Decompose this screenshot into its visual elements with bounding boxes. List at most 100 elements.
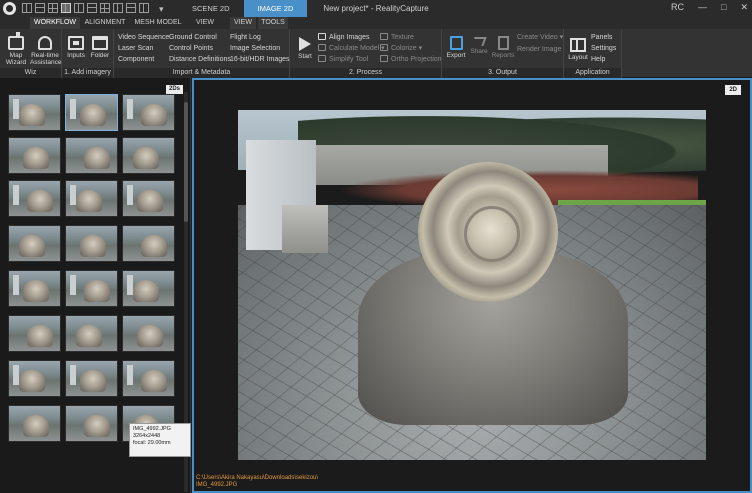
image-thumbnail[interactable] [8, 137, 61, 174]
source-photo[interactable] [238, 110, 706, 460]
user-badge[interactable]: RC [671, 2, 684, 13]
image-thumbnail[interactable] [65, 180, 118, 217]
map-wizard-icon [8, 32, 24, 50]
thumbnail-rock [133, 280, 159, 302]
image-folder-path: C:\Users\Akira Nakayasu\Downloads\sekizo… [196, 475, 319, 481]
assistance-icon [38, 36, 52, 50]
folder-button[interactable]: Folder [89, 32, 111, 59]
panels-button[interactable]: Panels [591, 32, 612, 43]
image-thumbnail[interactable] [65, 270, 118, 307]
image-thumbnail[interactable] [122, 225, 175, 262]
help-button[interactable]: Help [591, 54, 605, 65]
window-title: New project* - RealityCapture [323, 4, 429, 13]
thumbnail-sign [127, 185, 133, 205]
thumbnail-rock [19, 104, 45, 126]
create-video-button[interactable]: Create Video ▾ [517, 32, 563, 43]
align-images-label: Align Images [329, 34, 370, 41]
image-thumbnail[interactable] [65, 315, 118, 352]
map-wizard-button[interactable]: Map Wizard [4, 32, 28, 66]
minimize-icon[interactable]: — [698, 2, 707, 13]
flight-log-button[interactable]: Flight Log [230, 32, 261, 43]
create-video-label: Create Video [517, 34, 558, 41]
texture-button[interactable]: Texture [380, 32, 414, 43]
group-label-application: Application [564, 68, 621, 78]
calculate-model-button[interactable]: Calculate Model ▾ [318, 43, 385, 54]
image-thumbnail[interactable] [65, 225, 118, 262]
photo-sign-stone [282, 205, 328, 253]
inputs-button[interactable]: Inputs [65, 32, 87, 59]
render-image-button[interactable]: Render Image [517, 44, 561, 55]
image-thumbnail[interactable] [122, 315, 175, 352]
image-thumbnail[interactable] [65, 94, 118, 131]
reports-button[interactable]: Reports [491, 32, 515, 59]
settings-button[interactable]: Settings [591, 43, 616, 54]
control-points-button[interactable]: Control Points [169, 43, 213, 54]
thumbnail-rock [137, 190, 163, 212]
image-thumbnail[interactable] [8, 180, 61, 217]
reports-icon [497, 36, 509, 50]
align-images-button[interactable]: Align Images [318, 32, 369, 43]
image-thumbnail[interactable] [8, 315, 61, 352]
inputs-label: Inputs [67, 52, 85, 59]
image-thumbnail[interactable] [8, 225, 61, 262]
export-button[interactable]: Export [445, 32, 467, 59]
thumbnail-sign [70, 365, 76, 385]
close-icon[interactable]: ✕ [740, 2, 748, 13]
layout-button[interactable]: Layout [567, 32, 589, 61]
toolbar: Map Wizard Real-time Assistance Wiz Inpu… [0, 29, 752, 78]
realtime-assistance-button[interactable]: Real-time Assistance [30, 32, 61, 66]
inputs-icon [68, 36, 84, 50]
viewer-type-badge[interactable]: 2D [725, 85, 741, 95]
image-thumbnail[interactable] [8, 405, 61, 442]
image-thumbnail[interactable] [8, 270, 61, 307]
thumbnail-rock [80, 370, 106, 392]
ortho-projection-button[interactable]: Ortho Projection [380, 54, 442, 65]
tab-view[interactable]: VIEW [190, 17, 220, 29]
calculate-model-icon [318, 44, 326, 51]
image-thumbnail[interactable] [65, 405, 118, 442]
image-thumbnail[interactable] [65, 137, 118, 174]
hdr-images-button[interactable]: 16-bit/HDR Images [230, 54, 290, 65]
image-2d-viewer[interactable]: 2D C:\Users\Akira Nakayasu\Downloads\sek… [192, 78, 752, 493]
distance-definitions-button[interactable]: Distance Definitions [169, 54, 231, 65]
image-thumbnail[interactable] [122, 137, 175, 174]
layout-icon [570, 38, 586, 52]
thumbnail-rock [84, 415, 110, 437]
tab-context-view[interactable]: VIEW [230, 17, 256, 29]
image-file-name: IMG_4992.JPG [196, 482, 238, 488]
share-button[interactable]: Share [468, 32, 490, 55]
image-thumbnail[interactable] [122, 360, 175, 397]
tab-workflow[interactable]: WORKFLOW [30, 17, 80, 29]
thumbnail-rock [23, 415, 49, 437]
ortho-projection-icon [380, 55, 388, 62]
image-thumbnail[interactable] [122, 94, 175, 131]
scrollbar-thumb[interactable] [184, 102, 188, 222]
simplify-tool-button[interactable]: Simplify Tool [318, 54, 368, 65]
export-icon [449, 36, 463, 50]
image-thumbnail[interactable] [122, 270, 175, 307]
image-thumbnail[interactable] [65, 360, 118, 397]
ground-control-button[interactable]: Ground Control [169, 32, 217, 43]
image-thumbnail[interactable] [122, 180, 175, 217]
map-wizard-label: Map Wizard [5, 52, 27, 66]
start-button[interactable]: Start [294, 32, 316, 60]
colorize-label: Colorize [391, 45, 417, 52]
group-label-import-metadata: Import & Metadata [114, 68, 289, 78]
tab-context-tools[interactable]: TOOLS [258, 17, 288, 29]
colorize-button[interactable]: Colorize ▾ [380, 43, 422, 54]
video-sequence-button[interactable]: Video Sequence [118, 32, 169, 43]
maximize-icon[interactable]: □ [721, 2, 726, 13]
group-label-wiz: Wiz [0, 68, 61, 78]
component-button[interactable]: Component [118, 54, 154, 65]
image-thumbnail[interactable] [8, 360, 61, 397]
image-selection-button[interactable]: Image Selection [230, 43, 280, 54]
panel-type-badge[interactable]: 2Ds [165, 85, 183, 94]
group-label-process: 2. Process [290, 68, 441, 78]
tab-mesh-model[interactable]: MESH MODEL [132, 17, 184, 29]
image-thumbnail[interactable] [8, 94, 61, 131]
colorize-icon [380, 44, 388, 51]
thumbnail-rock [137, 325, 163, 347]
laser-scan-button[interactable]: Laser Scan [118, 43, 153, 54]
tooltip-resolution: 3264x2448 [133, 433, 161, 439]
tab-alignment[interactable]: ALIGNMENT [80, 17, 130, 29]
